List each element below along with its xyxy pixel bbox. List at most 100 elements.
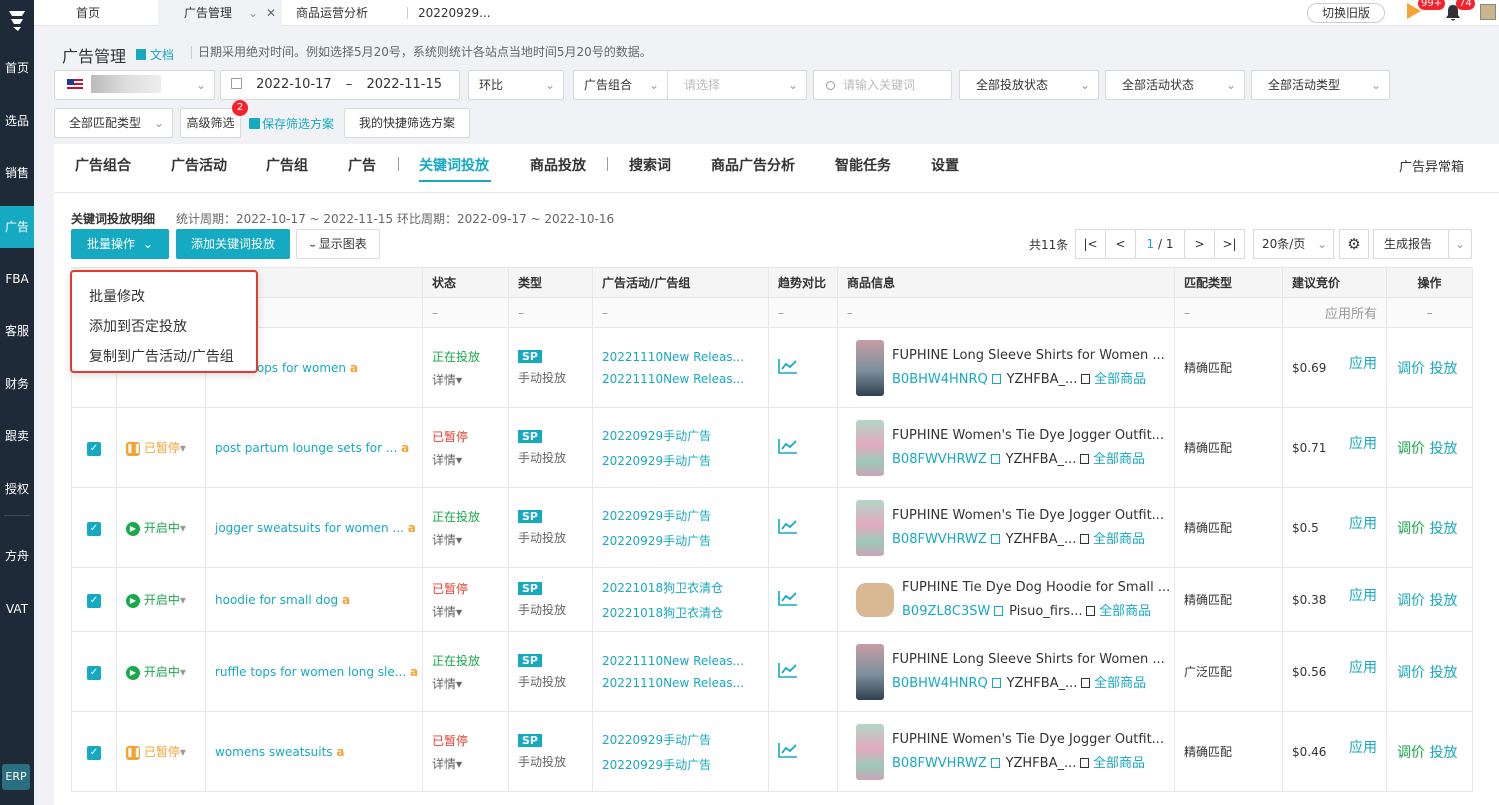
- match-type-select[interactable]: 全部匹配类型 ⌄: [54, 108, 173, 138]
- targeting-link[interactable]: 投放: [1429, 745, 1457, 761]
- next-page-button[interactable]: >: [1184, 229, 1215, 259]
- group-select[interactable]: 请选择 ⌄: [667, 70, 807, 100]
- tab-ad-group[interactable]: 广告组: [266, 155, 308, 175]
- row-keyword[interactable]: jogger sweatsuits for women ... a: [205, 487, 423, 568]
- row-toggle[interactable]: ❚❚ 已暂停▾: [116, 711, 206, 792]
- copy-icon[interactable]: [990, 454, 1000, 464]
- adjust-price-link[interactable]: 调价: [1397, 593, 1425, 609]
- all-products-link[interactable]: 全部商品: [1093, 756, 1145, 771]
- copy-icon[interactable]: [1081, 678, 1091, 688]
- product-title[interactable]: FUPHINE Long Sleeve Shirts for Women ...: [892, 348, 1165, 363]
- adjust-price-link[interactable]: 调价: [1397, 745, 1425, 761]
- keyword-link[interactable]: hoodie for small dog: [215, 593, 338, 607]
- activity-status-select[interactable]: 全部活动状态 ⌄: [1105, 70, 1245, 100]
- targeting-link[interactable]: 投放: [1429, 521, 1457, 537]
- my-schemes-button[interactable]: 我的快捷筛选方案: [344, 108, 470, 138]
- tab-search-terms[interactable]: 搜索词: [629, 155, 671, 175]
- campaign-link[interactable]: 20220929手动广告: [602, 427, 759, 444]
- keyword-link[interactable]: womens sweatsuits: [215, 745, 333, 759]
- detail-dropdown[interactable]: 详情▾: [432, 755, 499, 772]
- keyword-link[interactable]: ruffle tops for women long sle...: [215, 665, 406, 679]
- compare-select[interactable]: 环比 ⌄: [468, 70, 564, 100]
- prev-page-button[interactable]: <: [1105, 229, 1136, 259]
- menu-item-copy-to-campaign[interactable]: 复制到广告活动/广告组: [89, 346, 234, 366]
- campaign-link[interactable]: 20221018狗卫衣清仓: [602, 579, 759, 596]
- add-keyword-button[interactable]: 添加关键词投放: [176, 229, 290, 259]
- row-keyword[interactable]: post partum lounge sets for ... a: [205, 407, 423, 488]
- targeting-link[interactable]: 投放: [1429, 441, 1457, 457]
- last-page-button[interactable]: >|: [1214, 229, 1245, 259]
- ad-group-link[interactable]: 20221110New Releas...: [602, 372, 759, 386]
- product-thumbnail[interactable]: [856, 339, 884, 396]
- product-title[interactable]: FUPHINE Women's Tie Dye Jogger Outfit...: [892, 508, 1164, 523]
- ad-group-link[interactable]: 20221018狗卫衣清仓: [602, 604, 759, 621]
- ad-group-link[interactable]: 20220929手动广告: [602, 756, 759, 773]
- row-checkbox-cell[interactable]: ✓: [71, 487, 117, 568]
- row-toggle[interactable]: ❚❚ 已暂停▾: [116, 407, 206, 488]
- adjust-price-link[interactable]: 调价: [1397, 441, 1425, 457]
- all-products-link[interactable]: 全部商品: [1099, 604, 1151, 619]
- row-toggle[interactable]: ▶ 开启中▾: [116, 631, 206, 712]
- trend-chart-icon[interactable]: [778, 519, 798, 537]
- apply-bid-link[interactable]: 应用: [1349, 433, 1377, 453]
- copy-icon[interactable]: [1080, 454, 1090, 464]
- row-keyword[interactable]: ruffle tops for women long sle... a: [205, 631, 423, 712]
- asin-link[interactable]: B08FWVHRWZ: [892, 452, 987, 467]
- row-checkbox-cell[interactable]: ✓: [71, 407, 117, 488]
- targeting-link[interactable]: 投放: [1429, 665, 1457, 681]
- targeting-link[interactable]: 投放: [1429, 361, 1457, 377]
- ad-group-link[interactable]: 20220929手动广告: [602, 532, 759, 549]
- all-products-link[interactable]: 全部商品: [1093, 452, 1145, 467]
- adjust-price-link[interactable]: 调价: [1397, 665, 1425, 681]
- product-thumbnail[interactable]: [856, 419, 884, 476]
- copy-icon[interactable]: [990, 758, 1000, 768]
- asin-link[interactable]: B08FWVHRWZ: [892, 532, 987, 547]
- asin-link[interactable]: B08FWVHRWZ: [892, 756, 987, 771]
- tab-settings[interactable]: 设置: [931, 155, 959, 175]
- sidebar-item-follow-sell[interactable]: 跟卖: [0, 424, 34, 448]
- tab-home[interactable]: 首页: [54, 0, 158, 26]
- tab-product-analysis[interactable]: 商品运营分析: [286, 0, 406, 26]
- trend-chart-icon[interactable]: [778, 591, 798, 609]
- row-toggle[interactable]: ▶ 开启中▾: [116, 567, 206, 632]
- menu-item-add-negative[interactable]: 添加到否定投放: [89, 316, 187, 336]
- page-indicator[interactable]: 1 / 1: [1135, 229, 1185, 259]
- product-thumbnail[interactable]: [856, 643, 884, 700]
- tab-campaign[interactable]: 广告活动: [171, 155, 227, 175]
- switch-old-version-button[interactable]: 切换旧版: [1307, 3, 1385, 23]
- copy-icon[interactable]: [1080, 534, 1090, 544]
- detail-dropdown[interactable]: 详情▾: [432, 675, 499, 692]
- keyword-link[interactable]: jogger sweatsuits for women ...: [215, 521, 404, 535]
- date-range-picker[interactable]: 2022-10-17 – 2022-11-15: [220, 70, 460, 100]
- campaign-link[interactable]: 20221110New Releas...: [602, 654, 759, 668]
- delivery-status-select[interactable]: 全部投放状态 ⌄: [959, 70, 1099, 100]
- campaign-link[interactable]: 20220929手动广告: [602, 507, 759, 524]
- sidebar-item-authorization[interactable]: 授权: [0, 477, 34, 501]
- product-thumbnail[interactable]: [856, 723, 884, 780]
- checkbox-checked-icon[interactable]: ✓: [87, 441, 101, 456]
- apply-bid-link[interactable]: 应用: [1349, 585, 1377, 605]
- logo[interactable]: [0, 0, 34, 40]
- activity-type-select[interactable]: 全部活动类型 ⌄: [1251, 70, 1390, 100]
- tab-smart-tasks[interactable]: 智能任务: [835, 155, 891, 175]
- all-products-link[interactable]: 全部商品: [1094, 372, 1146, 387]
- close-icon[interactable]: ✕: [266, 0, 276, 26]
- tab-campaign-20220929[interactable]: 20220929...: [418, 0, 528, 26]
- adjust-price-link[interactable]: 调价: [1397, 361, 1425, 377]
- store-selector[interactable]: ⌄: [54, 70, 215, 100]
- product-title[interactable]: FUPHINE Women's Tie Dye Jogger Outfit...: [892, 428, 1164, 443]
- apply-bid-link[interactable]: 应用: [1349, 737, 1377, 757]
- first-page-button[interactable]: |<: [1075, 229, 1106, 259]
- apply-bid-link[interactable]: 应用: [1349, 513, 1377, 533]
- copy-icon[interactable]: [990, 534, 1000, 544]
- tab-ad-management[interactable]: 广告管理 ⌄ ✕: [158, 0, 282, 26]
- sidebar-item-vat[interactable]: VAT: [0, 597, 34, 621]
- anomaly-box-link[interactable]: 广告异常箱: [1399, 156, 1464, 175]
- product-thumbnail[interactable]: [856, 499, 884, 556]
- sidebar-item-home[interactable]: 首页: [0, 56, 34, 80]
- tab-keyword-targeting[interactable]: 关键词投放: [419, 155, 489, 175]
- adjust-price-link[interactable]: 调价: [1397, 521, 1425, 537]
- ad-group-link[interactable]: 20220929手动广告: [602, 452, 759, 469]
- row-checkbox-cell[interactable]: ✓: [71, 631, 117, 712]
- asin-link[interactable]: B09ZL8C3SW: [902, 604, 990, 619]
